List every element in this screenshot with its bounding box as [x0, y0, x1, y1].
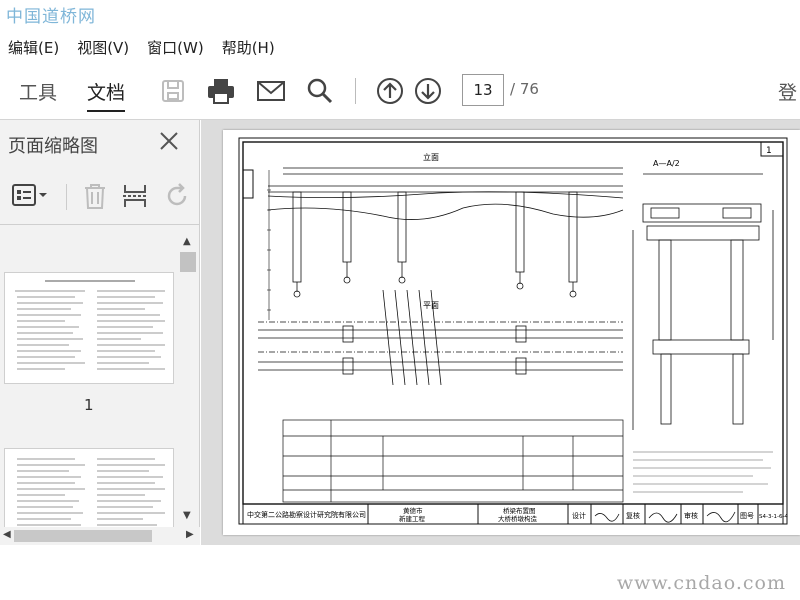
page-thumbnail-2[interactable] — [4, 448, 174, 527]
drawing-title-line2: 大桥桥墩构造 — [498, 514, 538, 523]
extract-page-icon[interactable] — [122, 182, 148, 214]
search-icon[interactable] — [303, 74, 337, 108]
close-icon[interactable] — [158, 130, 180, 152]
project-line2: 新建工程 — [399, 514, 426, 523]
print-icon[interactable] — [204, 74, 238, 108]
page-thumbnail-1[interactable] — [4, 272, 174, 384]
review-label: 复核 — [626, 511, 640, 520]
thumbnail-1-label: 1 — [84, 396, 94, 414]
sidebar-title: 页面缩略图 — [8, 136, 98, 157]
tab-tools[interactable]: 工具 — [19, 66, 57, 116]
drawing-no: S4-3-1-6-4 — [759, 514, 788, 520]
thumbnail-list: 1 — [0, 232, 178, 527]
plan-label: 平面 — [423, 301, 439, 310]
scroll-left-icon[interactable]: ◀ — [3, 529, 11, 540]
thumbnail-sidebar: 页面缩略图 1 ▲ ▼ ◀ ▶ — [0, 120, 200, 545]
page-number-input[interactable]: 13 — [462, 74, 504, 106]
menu-help[interactable]: 帮助(H) — [222, 37, 275, 58]
thumbnail-vertical-scrollbar[interactable]: ▲ ▼ — [178, 232, 198, 527]
menu-bar: 编辑(E) 视图(V) 窗口(W) 帮助(H) — [0, 34, 800, 60]
main-toolbar: 工具 文档 13 / 76 登 — [0, 66, 800, 116]
watermark-bottom: www.cndao.com — [616, 572, 786, 594]
scroll-right-icon[interactable]: ▶ — [186, 529, 194, 540]
horizontal-scroll-thumb[interactable] — [14, 530, 152, 542]
scroll-up-icon[interactable]: ▲ — [183, 236, 191, 247]
signature-3 — [706, 511, 736, 523]
drawing-page: 1 立面 平面 A—A/2 中交第二公路勘察设计研究院有限公司 黄德市 新建工程… — [223, 130, 800, 535]
thumbnail-horizontal-scrollbar[interactable]: ◀ ▶ — [0, 527, 200, 545]
previous-page-icon[interactable] — [373, 74, 407, 108]
signature-1 — [594, 513, 620, 522]
page-total: / 76 — [510, 80, 539, 98]
sidebar-toolbar — [0, 176, 200, 216]
mail-icon[interactable] — [254, 74, 288, 108]
sidebar-tool-separator — [66, 184, 67, 210]
drawing-no-label: 图号 — [740, 512, 754, 520]
section-label: A—A/2 — [653, 159, 680, 168]
next-page-icon[interactable] — [411, 74, 445, 108]
menu-view[interactable]: 视图(V) — [77, 37, 129, 58]
company-name: 中交第二公路勘察设计研究院有限公司 — [247, 510, 366, 519]
scroll-down-icon[interactable]: ▼ — [183, 510, 191, 521]
scroll-thumb[interactable] — [180, 252, 196, 272]
project-line1: 黄德市 — [403, 506, 423, 515]
login-button[interactable]: 登 — [778, 78, 797, 105]
sidebar-divider — [0, 224, 200, 225]
thumbnail-options-icon[interactable] — [12, 182, 48, 212]
design-label: 设计 — [572, 511, 586, 520]
menu-window[interactable]: 窗口(W) — [147, 37, 204, 58]
approve-label: 审核 — [684, 511, 698, 520]
page-ref: 1 — [766, 146, 772, 156]
tab-document[interactable]: 文档 — [87, 66, 126, 116]
elevation-label: 立面 — [423, 152, 439, 162]
save-icon[interactable] — [156, 74, 190, 108]
signature-2 — [648, 512, 678, 523]
watermark-top: 中国道桥网 — [6, 7, 96, 27]
pdf-reader-window: 中国道桥网 编辑(E) 视图(V) 窗口(W) 帮助(H) 工具 文档 13 /… — [0, 0, 800, 600]
rotate-icon[interactable] — [164, 182, 190, 214]
menu-edit[interactable]: 编辑(E) — [8, 37, 59, 58]
document-view[interactable]: 1 立面 平面 A—A/2 中交第二公路勘察设计研究院有限公司 黄德市 新建工程… — [201, 120, 800, 545]
toolbar-separator — [355, 78, 356, 104]
delete-icon[interactable] — [82, 182, 108, 214]
drawing-title-line1: 桥梁布置图 — [503, 506, 536, 515]
